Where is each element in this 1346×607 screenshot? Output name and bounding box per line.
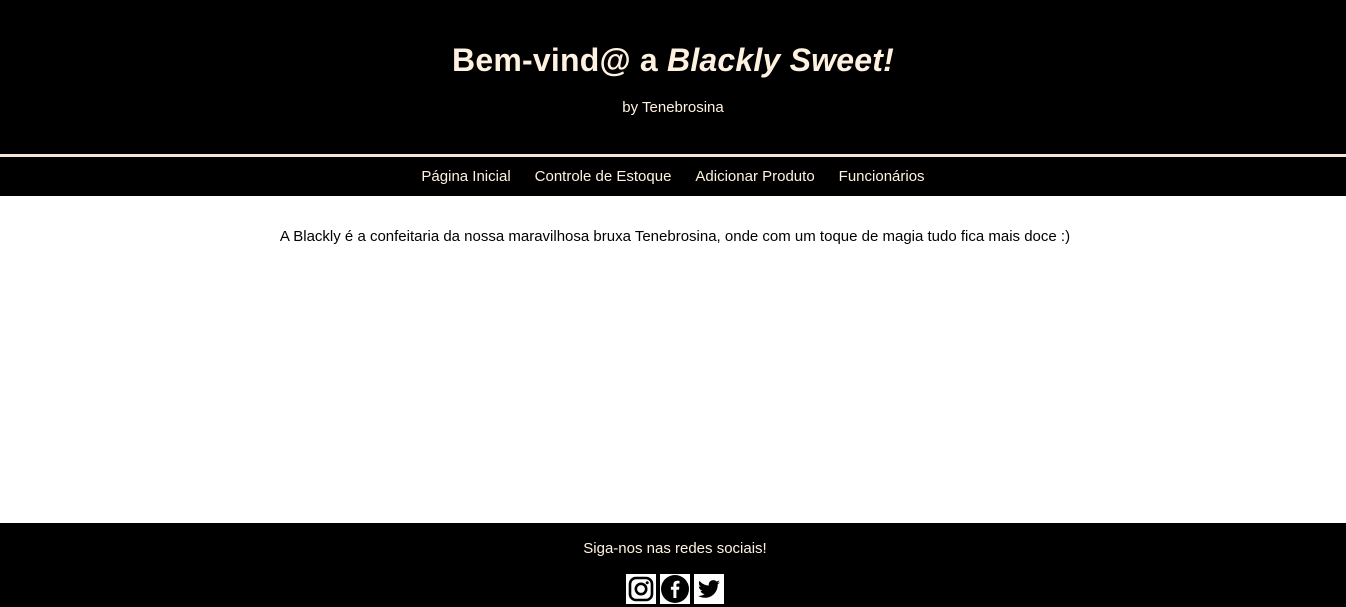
page-subtitle: by Tenebrosina	[622, 99, 724, 116]
footer-text: Siga-nos nas redes sociais!	[583, 540, 767, 557]
facebook-icon[interactable]	[660, 574, 690, 604]
page-title: Bem-vind@ a Blackly Sweet!	[0, 38, 1346, 82]
nav-link-pagina-inicial[interactable]: Página Inicial	[421, 157, 510, 196]
nav-link-funcionarios[interactable]: Funcionários	[839, 157, 925, 196]
instagram-icon[interactable]	[626, 574, 656, 604]
main-nav: Página Inicial Controle de Estoque Adici…	[0, 157, 1346, 196]
nav-link-controle-de-estoque[interactable]: Controle de Estoque	[535, 157, 672, 196]
page-footer: Siga-nos nas redes sociais!	[0, 523, 1346, 607]
page-header: Bem-vind@ a Blackly Sweet! by Tenebrosin…	[0, 0, 1346, 154]
twitter-icon[interactable]	[694, 574, 724, 604]
title-prefix: Bem-vind@ a	[452, 42, 668, 78]
social-links	[626, 574, 724, 604]
title-brand: Blackly Sweet!	[667, 42, 894, 78]
main-content: A Blackly é a confeitaria da nossa marav…	[0, 196, 1346, 523]
nav-link-adicionar-produto[interactable]: Adicionar Produto	[695, 157, 814, 196]
intro-text: A Blackly é a confeitaria da nossa marav…	[279, 228, 1071, 245]
